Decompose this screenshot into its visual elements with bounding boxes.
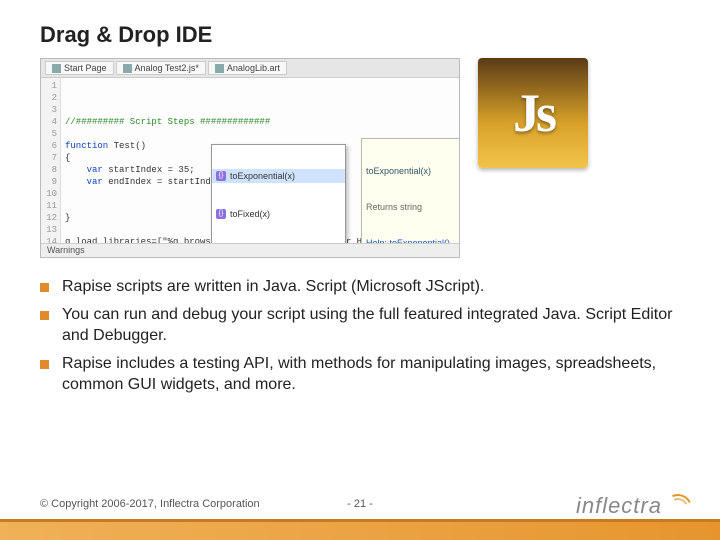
bullet-item: Rapise scripts are written in Java. Scri… [40,276,680,298]
logo-text: Js [513,82,553,144]
page-icon [52,64,61,73]
ac-item[interactable]: toExponential(x) [212,169,345,183]
bullet-item: You can run and debug your script using … [40,304,680,347]
bullet-item: Rapise includes a testing API, with meth… [40,353,680,396]
tab-analog-lib[interactable]: AnalogLib.art [208,61,287,75]
lib-icon [215,64,224,73]
help-link[interactable]: Help: toExponential() [366,237,459,243]
signature-tooltip: toExponential(x) Returns string Help: to… [361,138,459,243]
line-gutter: 1 2 3 4 5 6 7 8 9 10 11 12 13 14 15 [41,78,61,243]
copyright-text: © Copyright 2006-2017, Inflectra Corpora… [40,498,260,510]
editor-body: 1 2 3 4 5 6 7 8 9 10 11 12 13 14 15 // [41,78,459,243]
autocomplete-popup[interactable]: toExponential(x) toFixed(x) toPrecision(… [211,144,346,243]
page-number: - 21 - [347,498,373,510]
slide-footer: © Copyright 2006-2017, Inflectra Corpora… [0,484,720,540]
brand-logo: inflectra [576,493,690,520]
ide-window: Start Page Analog Test2.js* AnalogLib.ar… [40,58,460,258]
slide: Drag & Drop IDE Start Page Analog Test2.… [0,0,720,540]
slide-title: Drag & Drop IDE [40,22,680,48]
bullet-list: Rapise scripts are written in Java. Scri… [40,276,680,396]
ac-item[interactable]: toFixed(x) [212,207,345,221]
method-icon [216,209,226,219]
method-icon [216,171,226,181]
tab-start-page[interactable]: Start Page [45,61,114,75]
script-icon [123,64,132,73]
code-area[interactable]: //######### Script Steps ############# f… [61,78,459,243]
status-bar: Warnings [41,243,459,257]
tab-analog-test[interactable]: Analog Test2.js* [116,61,206,75]
javascript-logo: Js [478,58,588,168]
footer-bar [0,522,720,540]
swoosh-icon [664,494,690,520]
ide-tabstrip: Start Page Analog Test2.js* AnalogLib.ar… [41,59,459,78]
ide-row: Start Page Analog Test2.js* AnalogLib.ar… [40,58,680,258]
